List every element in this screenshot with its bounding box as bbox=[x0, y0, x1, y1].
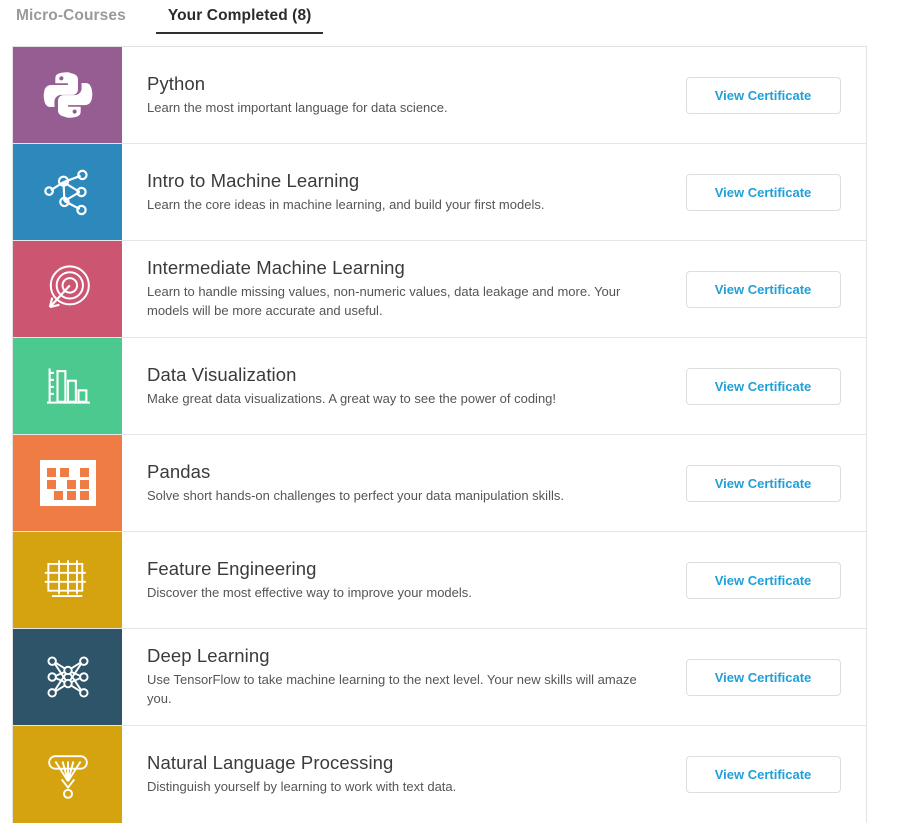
course-title: Feature Engineering bbox=[147, 557, 317, 579]
course-text: Feature Engineering Discover the most ef… bbox=[147, 558, 674, 603]
view-certificate-button[interactable]: View Certificate bbox=[685, 658, 841, 696]
course-row-intermediate-machine-learning[interactable]: Intermediate Machine Learning Learn to h… bbox=[13, 241, 866, 338]
data-grid-icon bbox=[39, 460, 96, 506]
course-tile-intermediate-machine-learning bbox=[13, 241, 122, 337]
course-content: Data Visualization Make great data visua… bbox=[122, 338, 866, 434]
completed-courses-card: Python Learn the most important language… bbox=[12, 46, 867, 823]
view-certificate-button[interactable]: View Certificate bbox=[685, 270, 841, 308]
table-grid-icon bbox=[39, 555, 97, 605]
course-tile-intro-to-machine-learning bbox=[13, 144, 122, 240]
course-action: View Certificate bbox=[674, 173, 852, 211]
course-title: Python bbox=[147, 72, 206, 94]
view-certificate-button[interactable]: View Certificate bbox=[685, 367, 841, 405]
view-certificate-button[interactable]: View Certificate bbox=[685, 173, 841, 211]
course-text: Intermediate Machine Learning Learn to h… bbox=[147, 257, 674, 321]
course-row-intro-to-machine-learning[interactable]: Intro to Machine Learning Learn the core… bbox=[13, 144, 866, 241]
course-tile-natural-language-processing bbox=[13, 726, 122, 823]
node-graph-icon bbox=[39, 165, 97, 219]
course-action: View Certificate bbox=[674, 658, 852, 696]
course-description: Learn the most important language for da… bbox=[147, 99, 448, 115]
tab-micro-courses[interactable]: Micro-Courses bbox=[12, 0, 130, 32]
course-action: View Certificate bbox=[674, 561, 852, 599]
course-text: Intro to Machine Learning Learn the core… bbox=[147, 170, 674, 215]
course-description: Solve short hands-on challenges to perfe… bbox=[147, 487, 564, 503]
bar-chart-icon bbox=[40, 361, 96, 411]
course-row-feature-engineering[interactable]: Feature Engineering Discover the most ef… bbox=[13, 532, 866, 629]
course-title: Deep Learning bbox=[147, 645, 270, 667]
course-title: Intermediate Machine Learning bbox=[147, 257, 405, 279]
course-content: Pandas Solve short hands-on challenges t… bbox=[122, 435, 866, 531]
course-content: Intermediate Machine Learning Learn to h… bbox=[122, 241, 866, 337]
course-content: Feature Engineering Discover the most ef… bbox=[122, 532, 866, 628]
course-tile-pandas bbox=[13, 435, 122, 531]
tab-your-completed[interactable]: Your Completed (8) bbox=[155, 0, 324, 34]
course-action: View Certificate bbox=[674, 367, 852, 405]
target-arrow-icon bbox=[39, 260, 97, 318]
course-action: View Certificate bbox=[674, 270, 852, 308]
course-action: View Certificate bbox=[674, 756, 852, 793]
course-text: Data Visualization Make great data visua… bbox=[147, 364, 674, 409]
course-row-pandas[interactable]: Pandas Solve short hands-on challenges t… bbox=[13, 435, 866, 532]
view-certificate-button[interactable]: View Certificate bbox=[685, 464, 841, 502]
python-logo-icon bbox=[40, 67, 96, 123]
course-title: Pandas bbox=[147, 460, 211, 482]
course-description: Learn the core ideas in machine learning… bbox=[147, 196, 545, 212]
course-description: Learn to handle missing values, non-nume… bbox=[147, 284, 621, 318]
view-certificate-button[interactable]: View Certificate bbox=[685, 76, 841, 114]
course-action: View Certificate bbox=[674, 76, 852, 114]
course-tile-data-visualization bbox=[13, 338, 122, 434]
course-row-python[interactable]: Python Learn the most important language… bbox=[13, 47, 866, 144]
view-certificate-button[interactable]: View Certificate bbox=[685, 756, 841, 793]
course-row-natural-language-processing[interactable]: Natural Language Processing Distinguish … bbox=[13, 726, 866, 823]
course-description: Make great data visualizations. A great … bbox=[147, 390, 557, 406]
course-tabs: Micro-Courses Your Completed (8) bbox=[0, 0, 915, 34]
course-content: Python Learn the most important language… bbox=[122, 47, 866, 143]
course-description: Use TensorFlow to take machine learning … bbox=[147, 672, 637, 706]
course-row-data-visualization[interactable]: Data Visualization Make great data visua… bbox=[13, 338, 866, 435]
course-content: Intro to Machine Learning Learn the core… bbox=[122, 144, 866, 240]
course-tile-deep-learning bbox=[13, 629, 122, 725]
course-action: View Certificate bbox=[674, 464, 852, 502]
course-description: Distinguish yourself by learning to work… bbox=[147, 779, 457, 795]
course-content: Natural Language Processing Distinguish … bbox=[122, 726, 866, 823]
course-row-deep-learning[interactable]: Deep Learning Use TensorFlow to take mac… bbox=[13, 629, 866, 726]
course-tile-feature-engineering bbox=[13, 532, 122, 628]
course-description: Discover the most effective way to impro… bbox=[147, 584, 472, 600]
funnel-attention-icon bbox=[39, 749, 97, 801]
course-text: Natural Language Processing Distinguish … bbox=[147, 752, 674, 797]
course-content: Deep Learning Use TensorFlow to take mac… bbox=[122, 629, 866, 725]
course-title: Intro to Machine Learning bbox=[147, 169, 360, 191]
course-text: Pandas Solve short hands-on challenges t… bbox=[147, 461, 674, 506]
course-text: Python Learn the most important language… bbox=[147, 73, 674, 118]
course-title: Data Visualization bbox=[147, 363, 297, 385]
neural-network-icon bbox=[40, 650, 96, 704]
course-title: Natural Language Processing bbox=[147, 752, 394, 774]
course-text: Deep Learning Use TensorFlow to take mac… bbox=[147, 645, 674, 709]
course-tile-python bbox=[13, 47, 122, 143]
view-certificate-button[interactable]: View Certificate bbox=[685, 561, 841, 599]
